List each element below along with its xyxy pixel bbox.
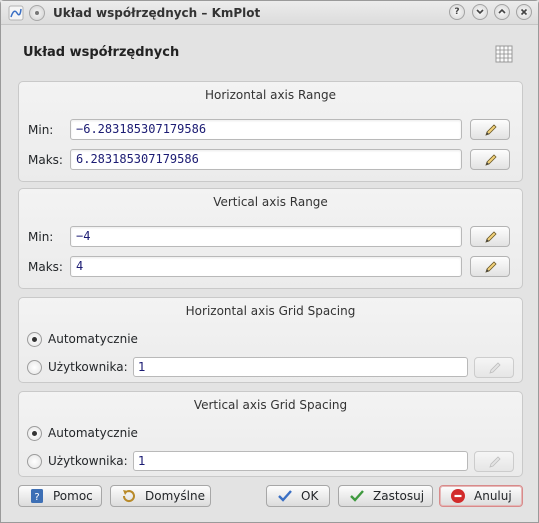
edit-pencil-icon xyxy=(485,261,497,273)
auto-radio-label[interactable]: Automatycznie xyxy=(48,426,138,440)
apply-button[interactable]: Zastosuj xyxy=(338,485,433,507)
help-title-button[interactable]: ? xyxy=(449,4,465,20)
horizontal-range-group: Horizontal axis Range Min: −6.2831853071… xyxy=(18,81,523,182)
edit-pencil-icon xyxy=(489,362,501,374)
user-radio-label[interactable]: Użytkownika: xyxy=(48,454,128,468)
horizontal-grid-spacing-input[interactable]: 1 xyxy=(133,357,468,377)
chevron-down-icon xyxy=(476,9,484,15)
svg-text:?: ? xyxy=(34,492,39,503)
close-button[interactable] xyxy=(516,4,532,20)
title-bar[interactable]: Układ współrzędnych – KmPlot ? xyxy=(1,1,538,25)
vertical-range-group: Vertical axis Range Min: −4 Maks: 4 xyxy=(18,188,523,289)
dialog-window: Układ współrzędnych – KmPlot ? Układ wsp… xyxy=(0,0,539,523)
checkmark-icon xyxy=(278,490,292,502)
vertical-user-radio[interactable] xyxy=(27,454,42,469)
vertical-grid-edit-button[interactable] xyxy=(474,451,514,472)
help-book-icon: ? xyxy=(31,489,43,503)
horizontal-grid-group: Horizontal axis Grid Spacing Automatyczn… xyxy=(18,297,523,383)
edit-pencil-icon xyxy=(485,154,497,166)
auto-radio-label[interactable]: Automatycznie xyxy=(48,332,138,346)
user-radio-label[interactable]: Użytkownika: xyxy=(48,360,128,374)
vertical-grid-spacing-input[interactable]: 1 xyxy=(133,451,468,471)
cancel-icon xyxy=(451,489,465,503)
horizontal-user-radio[interactable] xyxy=(27,360,42,375)
ok-button[interactable]: OK xyxy=(266,485,330,507)
edit-pencil-icon xyxy=(489,456,501,468)
vertical-max-edit-button[interactable] xyxy=(470,256,510,277)
cancel-label: Anuluj xyxy=(474,489,512,503)
group-title: Vertical axis Grid Spacing xyxy=(193,398,348,412)
undo-arrow-icon xyxy=(122,490,135,503)
window-title: Układ współrzędnych – KmPlot xyxy=(53,6,261,20)
window-menu-icon[interactable] xyxy=(29,5,45,21)
grid-icon xyxy=(495,45,513,63)
horizontal-min-edit-button[interactable] xyxy=(470,119,510,140)
ok-label: OK xyxy=(301,489,319,503)
vertical-min-input[interactable]: −4 xyxy=(70,226,462,247)
defaults-button[interactable]: Domyślne xyxy=(110,485,211,507)
chevron-up-icon xyxy=(498,8,506,14)
apply-label: Zastosuj xyxy=(373,489,425,503)
vertical-max-input[interactable]: 4 xyxy=(70,256,462,277)
group-title: Vertical axis Range xyxy=(213,195,328,209)
apply-checkmark-icon xyxy=(350,490,364,502)
max-label: Maks: xyxy=(28,153,63,167)
horizontal-max-input[interactable]: 6.283185307179586 xyxy=(70,149,462,170)
page-title: Układ współrzędnych xyxy=(23,45,180,60)
help-label: Pomoc xyxy=(53,489,93,503)
group-title: Horizontal axis Range xyxy=(205,88,336,102)
horizontal-auto-radio[interactable] xyxy=(27,332,42,347)
maximize-button[interactable] xyxy=(494,4,510,20)
help-button[interactable]: ? Pomoc xyxy=(18,485,102,507)
horizontal-min-input[interactable]: −6.283185307179586 xyxy=(70,119,462,140)
horizontal-max-edit-button[interactable] xyxy=(470,149,510,170)
defaults-label: Domyślne xyxy=(145,489,205,503)
min-label: Min: xyxy=(28,123,54,137)
vertical-min-edit-button[interactable] xyxy=(470,226,510,247)
edit-pencil-icon xyxy=(485,124,497,136)
minimize-button[interactable] xyxy=(472,4,488,20)
cancel-button[interactable]: Anuluj xyxy=(439,485,523,507)
min-label: Min: xyxy=(28,230,54,244)
horizontal-grid-edit-button[interactable] xyxy=(474,357,514,378)
page-header: Układ współrzędnych xyxy=(1,31,538,71)
vertical-auto-radio[interactable] xyxy=(27,426,42,441)
edit-pencil-icon xyxy=(485,231,497,243)
vertical-grid-group: Vertical axis Grid Spacing Automatycznie… xyxy=(18,391,523,477)
group-title: Horizontal axis Grid Spacing xyxy=(185,304,356,318)
kmplot-app-icon[interactable] xyxy=(8,5,24,21)
max-label: Maks: xyxy=(28,260,63,274)
close-icon xyxy=(520,8,528,16)
